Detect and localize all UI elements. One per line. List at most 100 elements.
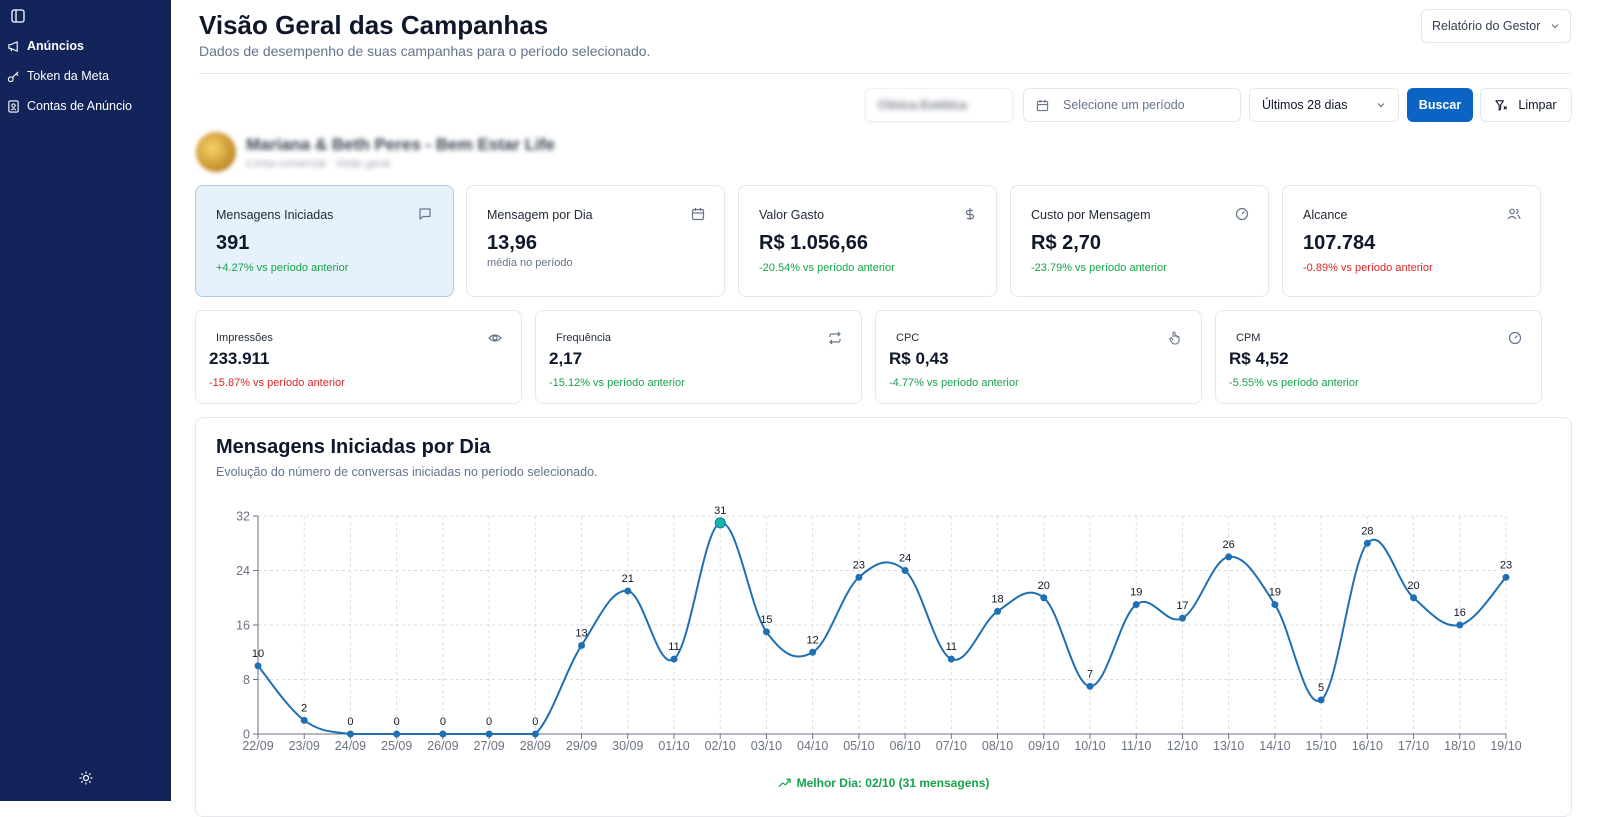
x-tick-label: 26/09 [427, 739, 458, 753]
x-tick-label: 05/10 [843, 739, 874, 753]
x-tick-label: 07/10 [936, 739, 967, 753]
sidebar-item-token[interactable]: Token da Meta [7, 66, 109, 86]
x-tick-label: 17/10 [1398, 739, 1429, 753]
kpi-label: Custo por Mensagem [1031, 208, 1151, 222]
data-label: 19 [1269, 587, 1281, 599]
data-point [1271, 601, 1279, 609]
kpi-value: R$ 4,52 [1229, 349, 1289, 368]
data-label: 0 [532, 716, 538, 728]
kpi-value: 391 [216, 232, 250, 254]
x-tick-label: 27/09 [473, 739, 504, 753]
account-select[interactable]: Clínica Estética [865, 88, 1013, 122]
kpi-delta: -23.79% vs período anterior [1031, 262, 1167, 274]
data-point [1456, 621, 1464, 629]
kpi-card-cpm[interactable]: CPM R$ 4,52 -5.55% vs período anterior [1215, 310, 1542, 404]
kpi-label: Mensagens Iniciadas [216, 208, 334, 222]
data-point [994, 607, 1002, 615]
sidebar: Anúncios Token da Meta Contas de Anúncio [0, 0, 171, 801]
kpi-card-valor-gasto[interactable]: Valor Gasto R$ 1.056,66 -20.54% vs perío… [738, 185, 997, 297]
filter-clear-icon [1495, 99, 1508, 111]
page-title: Visão Geral das Campanhas [199, 10, 549, 40]
kpi-value: R$ 2,70 [1031, 232, 1102, 254]
calendar-icon [691, 208, 705, 221]
kpi-value: 107.784 [1303, 232, 1376, 254]
kpi-card-custo-por-mensagem[interactable]: Custo por Mensagem R$ 2,70 -23.79% vs pe… [1010, 185, 1269, 297]
sun-icon[interactable] [79, 771, 93, 785]
data-label: 20 [1038, 580, 1050, 592]
range-select[interactable]: Últimos 28 dias [1249, 88, 1399, 122]
x-tick-label: 22/09 [242, 739, 273, 753]
x-tick-label: 25/09 [381, 739, 412, 753]
data-point [1132, 601, 1140, 609]
data-point [1363, 539, 1371, 547]
trending-up-icon [778, 778, 791, 788]
eye-icon [488, 334, 502, 342]
data-label: 15 [760, 614, 772, 626]
sidebar-item-label: Contas de Anúncio [27, 99, 132, 113]
kpi-delta: +4.27% vs período anterior [216, 262, 349, 274]
kpi-label: Frequência [556, 332, 612, 344]
kpi-card-alcance[interactable]: Alcance 107.784 -0.89% vs período anteri… [1282, 185, 1541, 297]
data-label: 11 [668, 641, 679, 653]
kpi-delta: -5.55% vs período anterior [1229, 377, 1359, 389]
sidebar-item-anuncios[interactable]: Anúncios [7, 36, 84, 56]
kpi-label: Mensagem por Dia [487, 208, 593, 222]
sidebar-toggle-icon[interactable] [11, 9, 25, 23]
data-point [346, 730, 354, 738]
kpi-label: Alcance [1303, 208, 1348, 222]
x-tick-label: 24/09 [335, 739, 366, 753]
x-tick-label: 09/10 [1028, 739, 1059, 753]
x-tick-label: 30/09 [612, 739, 643, 753]
data-label: 2 [301, 702, 307, 714]
best-day-text: Melhor Dia: 02/10 (31 mensagens) [796, 776, 990, 790]
pointer-icon [1169, 331, 1180, 345]
clear-button[interactable]: Limpar [1480, 88, 1572, 122]
users-icon [1507, 208, 1521, 220]
kpi-card-mensagem-por-dia[interactable]: Mensagem por Dia 13,96 média no período [466, 185, 725, 297]
data-point [578, 641, 586, 649]
kpi-delta: média no período [487, 257, 573, 269]
data-label: 0 [394, 716, 400, 728]
account-select-value: Clínica Estética [878, 98, 967, 112]
kpi-value: 233.911 [209, 349, 270, 368]
x-tick-label: 04/10 [797, 739, 828, 753]
x-tick-label: 02/10 [705, 739, 736, 753]
data-label: 17 [1176, 600, 1188, 612]
data-label: 10 [252, 648, 264, 660]
data-point [1410, 594, 1418, 602]
messages-line-chart: 0 8 16 24 32 22/09 23/09 24/09 25/09 26/09 27/09 28… [236, 505, 1522, 753]
x-tick-label: 14/10 [1259, 739, 1290, 753]
x-tick-label: 19/10 [1490, 739, 1521, 753]
sidebar-item-label: Token da Meta [27, 69, 109, 83]
report-select[interactable]: Relatório do Gestor [1421, 9, 1571, 43]
sidebar-item-contas[interactable]: Contas de Anúncio [7, 96, 132, 116]
data-label: 26 [1223, 539, 1235, 551]
data-point [439, 730, 447, 738]
data-point [762, 628, 770, 636]
period-picker[interactable]: Selecione um período [1023, 88, 1241, 122]
kpi-card-mensagens-iniciadas[interactable]: Mensagens Iniciadas 391 +4.27% vs períod… [195, 185, 454, 297]
kpi-card-cpc[interactable]: CPC R$ 0,43 -4.77% vs período anterior [875, 310, 1202, 404]
kpi-card-frequencia[interactable]: Frequência 2,17 -15.12% vs período anter… [535, 310, 862, 404]
x-tick-label: 06/10 [889, 739, 920, 753]
x-tick-label: 12/10 [1167, 739, 1198, 753]
x-tick-label: 10/10 [1074, 739, 1105, 753]
data-label: 18 [991, 593, 1003, 605]
data-point [531, 730, 539, 738]
best-day-label: Melhor Dia: 02/10 (31 mensagens) [196, 776, 1571, 790]
data-label: 19 [1130, 587, 1142, 599]
data-label: 24 [899, 553, 911, 565]
data-label: 20 [1407, 580, 1419, 592]
data-label: 23 [1500, 559, 1512, 571]
data-point [1178, 614, 1186, 622]
page-subtitle: Dados de desempenho de suas campanhas pa… [199, 43, 651, 59]
search-button[interactable]: Buscar [1407, 88, 1473, 122]
kpi-value: 2,17 [549, 349, 583, 368]
x-tick-label: 18/10 [1444, 739, 1475, 753]
data-point [1040, 594, 1048, 602]
data-label: 16 [1454, 607, 1466, 619]
profile-subtitle: Conta comercial · Visão geral [246, 157, 391, 170]
data-point [1317, 696, 1325, 704]
kpi-card-impressoes[interactable]: Impressões 233.911 -15.87% vs período an… [195, 310, 522, 404]
kpi-delta: -4.77% vs período anterior [889, 377, 1019, 389]
